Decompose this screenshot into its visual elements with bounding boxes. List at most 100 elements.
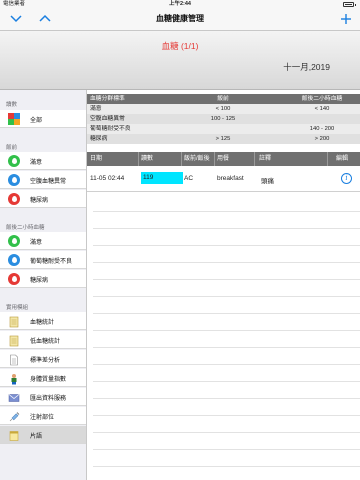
reference-cell: 100 - 125 xyxy=(210,116,236,122)
empty-row-line xyxy=(93,415,360,416)
person-icon xyxy=(8,372,20,385)
column-divider xyxy=(181,152,182,166)
empty-row-line xyxy=(93,364,360,365)
reference-cell: 葡萄糖耐受不良 xyxy=(90,126,131,132)
empty-row-line xyxy=(93,262,360,263)
sidebar-item-std-dev[interactable]: 標準差分析 xyxy=(0,350,86,368)
sidebar-item-label: 身體質量指數 xyxy=(30,377,67,383)
reference-header-before: 飯前 xyxy=(217,96,229,102)
sidebar-item-all[interactable]: 全部 xyxy=(0,110,86,128)
empty-row-line xyxy=(93,313,360,314)
battery-tip xyxy=(354,3,356,6)
month-header: 血糖 (1/1) 十一月,2019 xyxy=(0,31,360,90)
record-meal: breakfast xyxy=(217,175,244,182)
reference-row: 空腹血糖異常 100 - 125 xyxy=(87,114,360,124)
column-divider xyxy=(138,152,139,166)
reference-row: 滿意 < 100 < 140 xyxy=(87,104,360,114)
notebook-icon xyxy=(8,334,20,347)
section-title-tools: 實用模組 xyxy=(6,305,29,311)
reference-cell: 糖尿病 xyxy=(90,136,108,142)
record-note: 頭痛 xyxy=(261,178,274,185)
sidebar-item-label: 匯出資料服務 xyxy=(30,396,67,402)
section-title-before-meal: 飯前 xyxy=(6,145,18,151)
syringe-icon xyxy=(8,410,20,422)
reference-row: 葡萄糖耐受不良 140 - 200 xyxy=(87,124,360,134)
reference-table: 血糖分群標準 飯前 飯後二小時血糖 滿意 < 100 < 140 空腹血糖異常 … xyxy=(87,94,360,144)
month-label: 十一月,2019 xyxy=(283,62,330,72)
sidebar-item-hypoglycemia-stats[interactable]: 低血糖統計 xyxy=(0,331,86,349)
blue-drop-icon xyxy=(8,174,20,186)
sidebar-item-bmi[interactable]: 身體質量指數 xyxy=(0,369,86,387)
reference-cell: < 100 xyxy=(215,106,231,112)
reference-header-row: 血糖分群標準 飯前 飯後二小時血糖 xyxy=(87,94,360,104)
sidebar-item-phrases[interactable]: 片語 xyxy=(0,426,86,444)
page-title: 血糖健康管理 xyxy=(156,14,204,23)
sidebar-item-impaired-fasting[interactable]: 空腹血糖異常 xyxy=(0,171,86,189)
navigation-bar: 血糖健康管理 xyxy=(0,9,360,31)
mail-icon xyxy=(8,391,20,403)
empty-row-line xyxy=(93,449,360,450)
add-record-button[interactable] xyxy=(338,12,354,26)
header-timing: 飯前/飯後 xyxy=(184,156,210,162)
column-divider xyxy=(327,152,328,166)
column-divider xyxy=(254,152,255,166)
record-value: 119 xyxy=(141,172,183,184)
red-drop-icon xyxy=(8,193,20,205)
sidebar-item-before-diabetes[interactable]: 糖尿病 xyxy=(0,190,86,208)
empty-row-line xyxy=(93,466,360,467)
battery-icon xyxy=(343,2,354,7)
reference-header-after: 飯後二小時血糖 xyxy=(301,96,343,102)
sidebar: 讀數 全部 飯前 滿意 空腹血糖異常 糖尿病 飯後二小時血糖 滿意 葡萄糖耐受不… xyxy=(0,90,87,480)
notes-icon xyxy=(8,429,20,441)
records-header-row: 日期 讀數 飯前/飯後 用餐 註釋 編輯 xyxy=(87,152,360,166)
header-meal: 用餐 xyxy=(217,156,230,162)
sidebar-item-glucose-stats[interactable]: 血糖統計 xyxy=(0,312,86,330)
reference-cell: 140 - 200 xyxy=(309,126,335,132)
red-drop-icon xyxy=(8,273,20,285)
empty-row-line xyxy=(93,330,360,331)
sidebar-item-injection-site[interactable]: 注射部位 xyxy=(0,407,86,425)
reference-row: 糖尿病 > 125 > 200 xyxy=(87,134,360,144)
clock: 上午2:44 xyxy=(168,1,191,7)
sidebar-item-label: 血糖統計 xyxy=(30,320,55,326)
plus-icon xyxy=(341,14,351,24)
sidebar-item-export[interactable]: 匯出資料服務 xyxy=(0,388,86,406)
empty-row-line xyxy=(93,279,360,280)
green-drop-icon xyxy=(8,155,20,167)
empty-row-line xyxy=(93,245,360,246)
reference-header-group: 血糖分群標準 xyxy=(90,96,125,102)
reference-cell: 滿意 xyxy=(90,106,102,112)
sidebar-item-glucose-intolerance[interactable]: 葡萄糖耐受不良 xyxy=(0,251,86,269)
sidebar-item-after-satisfied[interactable]: 滿意 xyxy=(0,232,86,250)
record-date: 11-05 02:44 xyxy=(90,175,125,182)
sidebar-item-label: 標準差分析 xyxy=(30,358,61,364)
info-icon[interactable]: i xyxy=(341,173,352,184)
sidebar-item-label: 全部 xyxy=(30,118,43,124)
sidebar-item-label: 片語 xyxy=(30,434,43,440)
record-count-title: 血糖 (1/1) xyxy=(161,41,199,51)
record-timing: AC xyxy=(184,175,194,182)
header-edit: 編輯 xyxy=(336,156,349,162)
reference-cell: < 140 xyxy=(314,106,330,112)
empty-row-line xyxy=(93,296,360,297)
empty-row-line xyxy=(93,381,360,382)
header-note: 註釋 xyxy=(259,156,272,162)
sidebar-item-label: 空腹血糖異常 xyxy=(30,179,67,185)
header-value: 讀數 xyxy=(141,156,154,162)
sidebar-item-label: 低血糖統計 xyxy=(30,339,61,345)
sidebar-item-label: 滿意 xyxy=(30,160,43,166)
empty-row-line xyxy=(93,211,360,212)
reference-cell: > 200 xyxy=(314,136,330,142)
empty-row-line xyxy=(93,228,360,229)
sidebar-item-before-satisfied[interactable]: 滿意 xyxy=(0,152,86,170)
reference-cell: > 125 xyxy=(215,136,231,142)
empty-row-line xyxy=(93,347,360,348)
green-drop-icon xyxy=(8,235,20,247)
status-bar: 電信業者 上午2:44 xyxy=(0,0,360,9)
header-date: 日期 xyxy=(90,156,103,162)
reference-cell: 空腹血糖異常 xyxy=(90,116,125,122)
column-divider xyxy=(214,152,215,166)
table-row[interactable]: 11-05 02:44 119 AC breakfast 頭痛 i xyxy=(87,166,360,192)
sidebar-item-label: 糖尿病 xyxy=(30,278,49,284)
sidebar-item-after-diabetes[interactable]: 糖尿病 xyxy=(0,270,86,288)
